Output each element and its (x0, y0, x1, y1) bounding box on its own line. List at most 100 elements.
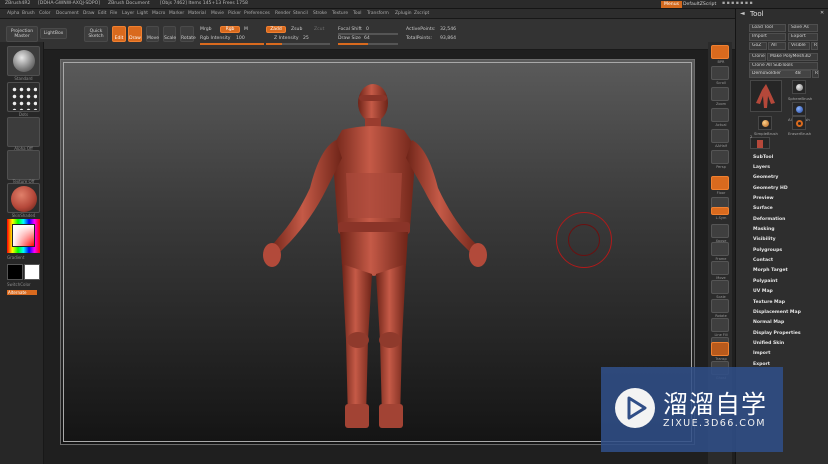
menu-tool[interactable]: Tool (353, 11, 362, 16)
menu-light[interactable]: Light (137, 11, 148, 16)
menu-stencil[interactable]: Stencil (293, 11, 308, 16)
rgb-intensity-slider[interactable] (200, 43, 264, 45)
clone-button[interactable]: Clone (749, 53, 766, 61)
zcut-toggle[interactable]: Zcut (314, 27, 324, 32)
menu-document[interactable]: Document (56, 11, 79, 16)
sphere-brush-thumbnail[interactable] (792, 80, 806, 94)
section-layers[interactable]: Layers (753, 165, 770, 170)
palette-arrow-icon[interactable]: ◄ (740, 10, 745, 17)
menu-render[interactable]: Render (275, 11, 291, 16)
alpha-brush-thumbnail[interactable] (792, 102, 806, 116)
current-tool-slider[interactable]: DemoSoldier 48 (749, 70, 811, 78)
menu-transform[interactable]: Transform (367, 11, 389, 16)
rotate-button[interactable]: Rotate (180, 26, 196, 42)
line-fill-button[interactable]: Line Fill (711, 318, 729, 337)
menu-stroke[interactable]: Stroke (313, 11, 327, 16)
section-morph-target[interactable]: Morph Target (753, 268, 788, 273)
alpha-thumbnail[interactable] (7, 117, 40, 147)
texture-thumbnail[interactable] (7, 150, 40, 180)
gradient-label[interactable]: Gradient (7, 255, 40, 260)
goz-all-button[interactable]: All (768, 42, 786, 50)
stroke-thumbnail[interactable] (7, 82, 40, 112)
aahalf-button[interactable]: AAHalf (711, 129, 729, 148)
bpr-button[interactable]: BPR (711, 45, 729, 64)
simple-brush-thumbnail[interactable] (758, 116, 772, 130)
zadd-toggle[interactable]: Zadd (266, 26, 286, 33)
section-texture-map[interactable]: Texture Map (753, 300, 785, 305)
secondary-color-swatch[interactable] (24, 264, 40, 280)
menu-color[interactable]: Color (39, 11, 50, 16)
alternate-button[interactable]: Alternate (7, 290, 37, 295)
projection-master-button[interactable]: Projection Master (6, 26, 38, 42)
color-picker-square[interactable] (12, 224, 35, 247)
draw-size-slider[interactable] (338, 43, 398, 45)
save-as-button[interactable]: Save As (788, 24, 818, 32)
section-display-properties[interactable]: Display Properties (753, 331, 801, 336)
switch-color-button[interactable]: SwitchColor (7, 282, 40, 287)
menu-picker[interactable]: Picker (228, 11, 241, 16)
soldier-model[interactable] (250, 78, 500, 438)
menus-toggle-button[interactable]: Menus (661, 1, 683, 8)
menu-alpha[interactable]: Alpha (7, 11, 19, 16)
menu-zscript[interactable]: Zscript (414, 11, 429, 16)
move-view-button[interactable]: Move (711, 261, 729, 280)
frame-button[interactable]: Frame (711, 242, 729, 261)
section-polypaint[interactable]: Polypaint (753, 279, 778, 284)
primary-color-swatch[interactable] (7, 264, 23, 280)
menu-marker[interactable]: Marker (169, 11, 184, 16)
menu-draw[interactable]: Draw (83, 11, 94, 16)
m-toggle[interactable]: M (244, 27, 248, 32)
export-button[interactable]: Export (788, 33, 818, 41)
goz-button[interactable]: GoZ (749, 42, 767, 50)
section-geometry-hd[interactable]: Geometry HD (753, 186, 788, 191)
section-visibility[interactable]: Visibility (753, 237, 776, 242)
scale-button[interactable]: Scale (163, 26, 176, 42)
lsym-button[interactable]: L.Sym (711, 207, 729, 220)
section-unified-skin[interactable]: Unified Skin (753, 341, 784, 346)
rotate-view-button[interactable]: Rotate (711, 299, 729, 318)
tool-palette-title[interactable]: Tool (750, 10, 764, 18)
rgb-toggle[interactable]: Rgb (220, 26, 240, 33)
load-tool-button[interactable]: Load Tool (749, 24, 786, 32)
import-button[interactable]: Import (749, 33, 786, 41)
section-normal-map[interactable]: Normal Map (753, 320, 784, 325)
menu-preferences[interactable]: Preferences (244, 11, 270, 16)
window-controls[interactable]: ▪ ▪ ▪ ▪ ▪ ▪ ▪ (722, 1, 753, 6)
persp-button[interactable]: Persp (711, 150, 729, 169)
section-contact[interactable]: Contact (753, 258, 773, 263)
menu-brush[interactable]: Brush (22, 11, 35, 16)
xpose-button[interactable]: Xpose (711, 224, 729, 243)
menu-texture[interactable]: Texture (332, 11, 348, 16)
lightbox-button[interactable]: LightBox (40, 28, 67, 39)
section-polygroups[interactable]: Polygroups (753, 248, 782, 253)
goz-r-button[interactable]: R (811, 42, 818, 50)
menu-edit[interactable]: Edit (98, 11, 107, 16)
small-tool-thumbnail[interactable] (750, 137, 770, 149)
mrgb-toggle[interactable]: Mrgb (200, 27, 212, 32)
make-polymesh-button[interactable]: Make PolyMesh3D (767, 53, 818, 61)
scroll-button[interactable]: Scroll (711, 66, 729, 85)
tool-r-button[interactable]: R (812, 70, 819, 78)
move-button[interactable]: Move (146, 26, 159, 42)
zoom-button[interactable]: Zoom (711, 87, 729, 106)
section-preview[interactable]: Preview (753, 196, 774, 201)
edit-button[interactable]: Edit (112, 26, 126, 42)
clone-all-subtools-button[interactable]: Clone All SubTools (749, 62, 818, 70)
floor-button[interactable]: Floor (711, 176, 729, 195)
material-thumbnail[interactable] (7, 183, 40, 213)
menu-movie[interactable]: Movie (211, 11, 224, 16)
section-geometry[interactable]: Geometry (753, 175, 778, 180)
section-import[interactable]: Import (753, 351, 770, 356)
z-intensity-slider[interactable] (266, 43, 330, 45)
palette-close-icon[interactable]: ✕ (820, 10, 824, 16)
quick-sketch-button[interactable]: Quick Sketch (84, 26, 108, 42)
section-deformation[interactable]: Deformation (753, 217, 785, 222)
section-displacement-map[interactable]: Displacement Map (753, 310, 801, 315)
section-masking[interactable]: Masking (753, 227, 775, 232)
focal-shift-slider[interactable] (338, 33, 398, 35)
brush-thumbnail[interactable] (7, 46, 40, 76)
menu-zplugin[interactable]: Zplugin (395, 11, 412, 16)
transp-button[interactable]: Transp (711, 342, 729, 361)
scale-view-button[interactable]: Scale (711, 280, 729, 299)
section-uv-map[interactable]: UV Map (753, 289, 773, 294)
